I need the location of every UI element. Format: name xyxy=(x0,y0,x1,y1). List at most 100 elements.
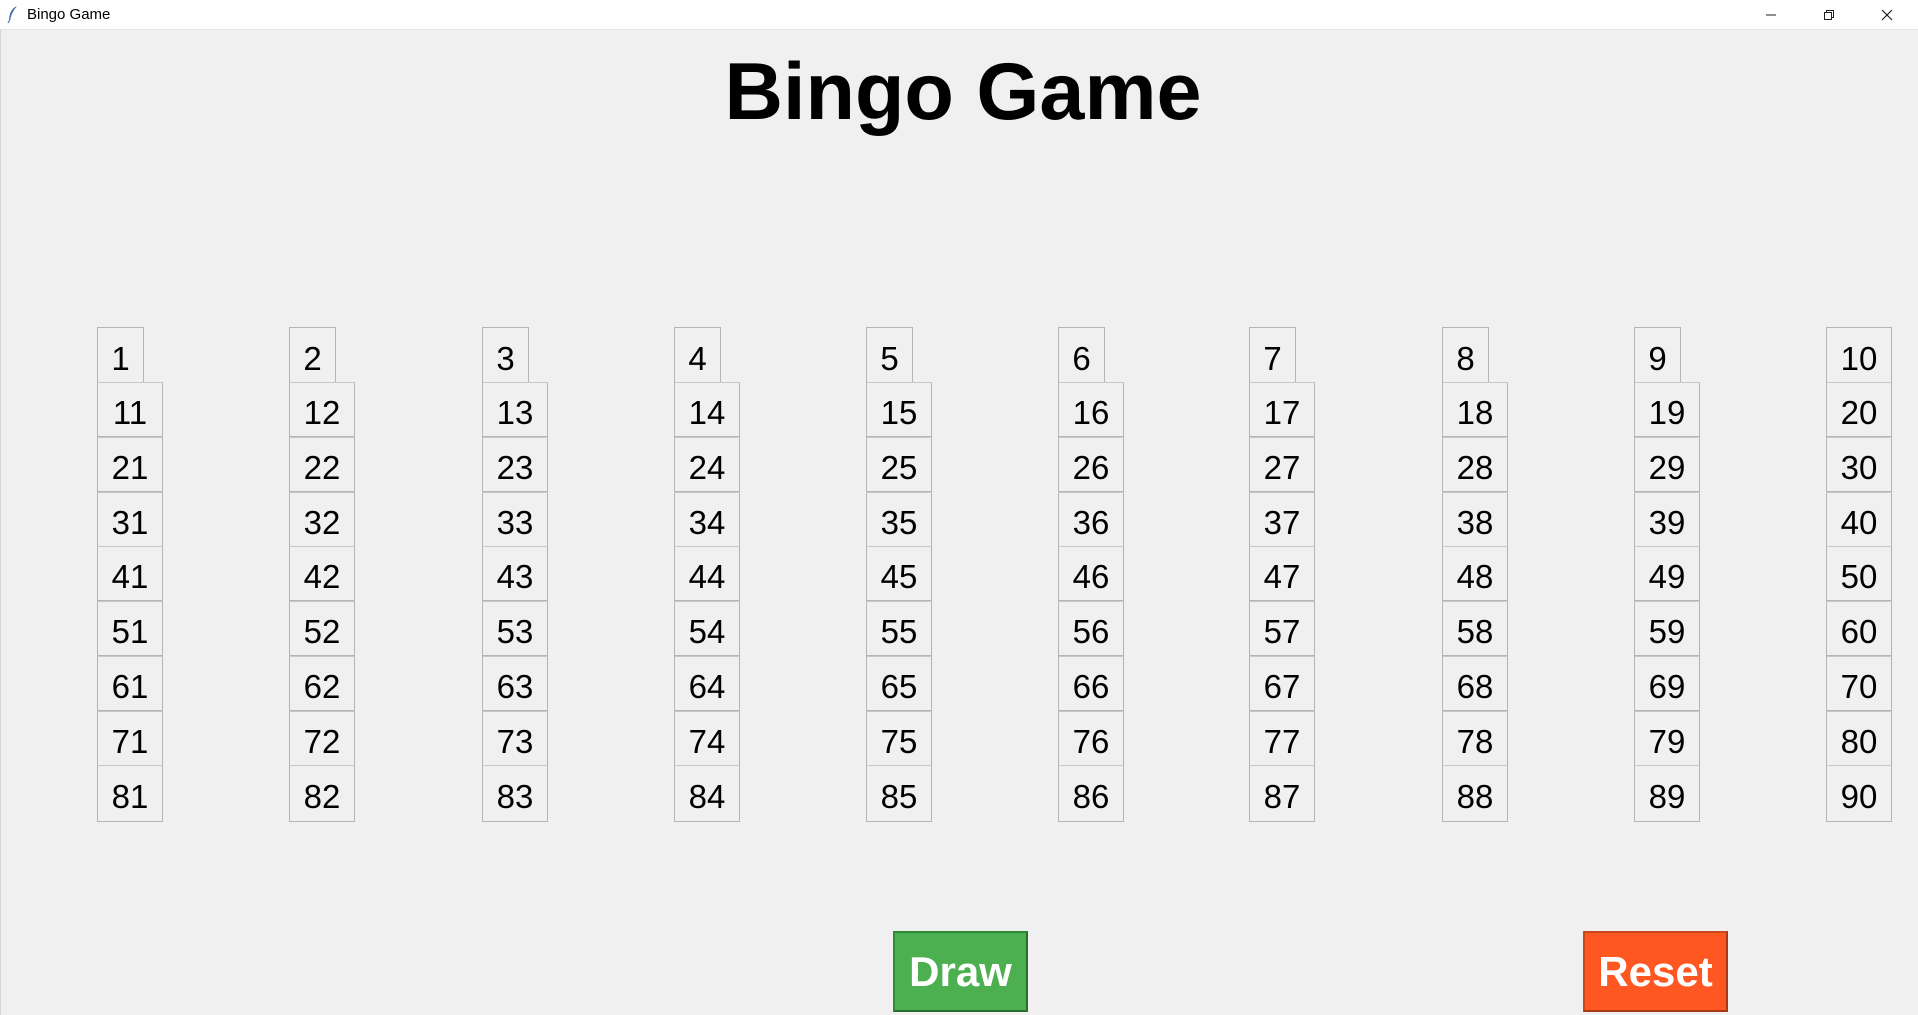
reset-button[interactable]: Reset xyxy=(1583,931,1728,1012)
number-label: 8 xyxy=(1456,340,1475,377)
number-cell: 38 xyxy=(1442,492,1508,547)
number-label: 11 xyxy=(112,394,148,431)
number-label: 6 xyxy=(1072,340,1091,377)
number-label: 36 xyxy=(1072,504,1110,541)
number-cell: 5 xyxy=(866,327,913,384)
number-label: 60 xyxy=(1840,613,1878,650)
number-label: 90 xyxy=(1840,778,1878,815)
number-cell: 2 xyxy=(289,327,336,384)
number-cell: 1 xyxy=(97,327,144,384)
number-label: 45 xyxy=(880,558,918,595)
number-cell: 55 xyxy=(866,601,932,656)
number-label: 66 xyxy=(1072,668,1110,705)
number-label: 85 xyxy=(880,778,918,815)
number-label: 58 xyxy=(1456,613,1494,650)
number-label: 68 xyxy=(1456,668,1494,705)
number-label: 20 xyxy=(1840,394,1878,431)
number-label: 59 xyxy=(1648,613,1686,650)
number-cell: 49 xyxy=(1634,546,1700,601)
number-label: 48 xyxy=(1456,558,1494,595)
number-label: 89 xyxy=(1648,778,1686,815)
number-label: 32 xyxy=(303,504,341,541)
number-label: 19 xyxy=(1648,394,1686,431)
number-label: 3 xyxy=(496,340,515,377)
number-cell: 60 xyxy=(1826,601,1892,656)
number-label: 71 xyxy=(111,723,149,760)
number-cell: 56 xyxy=(1058,601,1124,656)
number-cell: 14 xyxy=(674,382,740,437)
number-cell: 9 xyxy=(1634,327,1681,384)
number-label: 52 xyxy=(303,613,341,650)
number-cell: 37 xyxy=(1249,492,1315,547)
number-cell: 26 xyxy=(1058,437,1124,492)
number-cell: 68 xyxy=(1442,656,1508,711)
number-cell: 44 xyxy=(674,546,740,601)
number-label: 86 xyxy=(1072,778,1110,815)
number-cell: 57 xyxy=(1249,601,1315,656)
number-label: 37 xyxy=(1263,504,1301,541)
number-cell: 58 xyxy=(1442,601,1508,656)
number-label: 51 xyxy=(111,613,149,650)
number-label: 38 xyxy=(1456,504,1494,541)
number-cell: 32 xyxy=(289,492,355,547)
number-cell: 76 xyxy=(1058,711,1124,766)
number-label: 80 xyxy=(1840,723,1878,760)
number-cell: 40 xyxy=(1826,492,1892,547)
number-cell: 78 xyxy=(1442,711,1508,766)
number-cell: 12 xyxy=(289,382,355,437)
number-label: 41 xyxy=(111,558,149,595)
number-cell: 29 xyxy=(1634,437,1700,492)
number-label: 25 xyxy=(880,449,918,486)
number-label: 47 xyxy=(1263,558,1301,595)
number-cell: 73 xyxy=(482,711,548,766)
number-label: 55 xyxy=(880,613,918,650)
number-cell: 69 xyxy=(1634,656,1700,711)
number-label: 15 xyxy=(880,394,918,431)
number-cell: 77 xyxy=(1249,711,1315,766)
number-cell: 25 xyxy=(866,437,932,492)
number-label: 46 xyxy=(1072,558,1110,595)
number-board: 1 2 3 4 5 6 7 8 9 10 11 12 13 14 15 16 17 18 19 20 21 22 23 24 2… xyxy=(0,0,1918,1015)
number-label: 10 xyxy=(1840,340,1878,377)
number-cell: 84 xyxy=(674,765,740,822)
number-cell: 8 xyxy=(1442,327,1489,384)
number-label: 56 xyxy=(1072,613,1110,650)
number-label: 39 xyxy=(1648,504,1686,541)
number-cell: 36 xyxy=(1058,492,1124,547)
number-label: 62 xyxy=(303,668,341,705)
number-label: 81 xyxy=(111,778,149,815)
number-label: 21 xyxy=(111,449,149,486)
number-cell: 54 xyxy=(674,601,740,656)
number-label: 23 xyxy=(496,449,534,486)
number-cell: 3 xyxy=(482,327,529,384)
number-cell: 48 xyxy=(1442,546,1508,601)
number-cell: 41 xyxy=(97,546,163,601)
number-label: 42 xyxy=(303,558,341,595)
number-cell: 33 xyxy=(482,492,548,547)
number-cell: 46 xyxy=(1058,546,1124,601)
draw-button[interactable]: Draw xyxy=(893,931,1028,1012)
number-label: 29 xyxy=(1648,449,1686,486)
number-cell: 89 xyxy=(1634,765,1700,822)
number-label: 24 xyxy=(688,449,726,486)
number-cell: 71 xyxy=(97,711,163,766)
number-cell: 42 xyxy=(289,546,355,601)
number-label: 43 xyxy=(496,558,534,595)
number-label: 73 xyxy=(496,723,534,760)
number-label: 75 xyxy=(880,723,918,760)
number-label: 70 xyxy=(1840,668,1878,705)
number-label: 16 xyxy=(1072,394,1110,431)
number-label: 67 xyxy=(1263,668,1301,705)
number-cell: 61 xyxy=(97,656,163,711)
number-cell: 20 xyxy=(1826,382,1892,437)
number-label: 69 xyxy=(1648,668,1686,705)
number-cell: 23 xyxy=(482,437,548,492)
number-label: 54 xyxy=(688,613,726,650)
number-label: 27 xyxy=(1263,449,1301,486)
number-cell: 88 xyxy=(1442,765,1508,822)
number-cell: 4 xyxy=(674,327,721,384)
number-label: 40 xyxy=(1840,504,1878,541)
number-cell: 80 xyxy=(1826,711,1892,766)
number-label: 30 xyxy=(1840,449,1878,486)
number-cell: 72 xyxy=(289,711,355,766)
